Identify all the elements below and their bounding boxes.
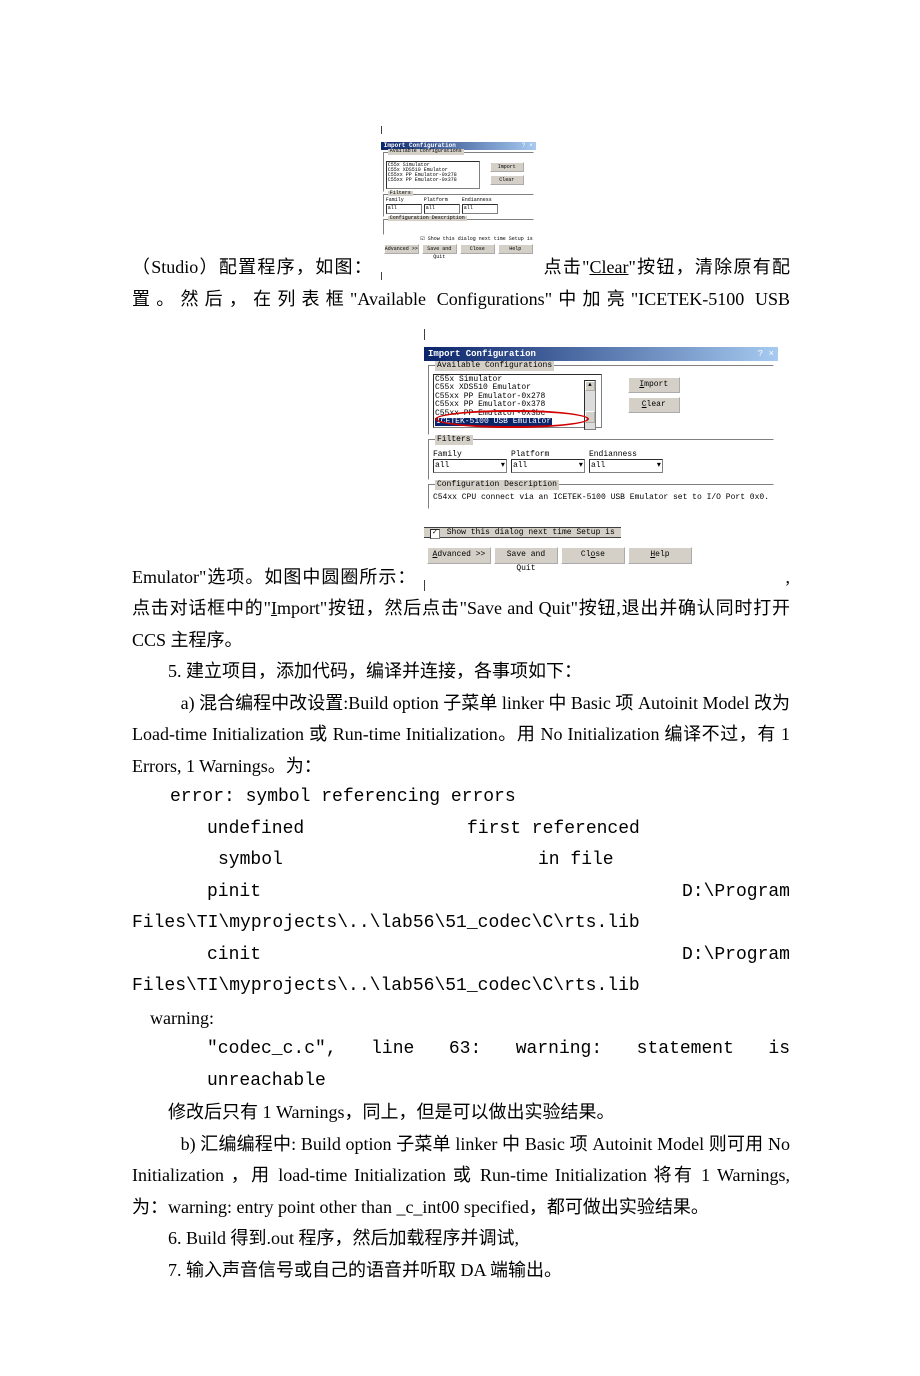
advanced-button[interactable]: Advanced >> [384, 244, 419, 254]
text: （Studio）配置程序，如图： [132, 257, 373, 277]
paragraph-1: （Studio）配置程序，如图： Import Configuration ? … [132, 110, 790, 656]
step-6: 6. Build 得到.out 程序，然后加载程序并调试, [132, 1223, 790, 1255]
sym-cinit: cinit [132, 940, 261, 972]
scrollbar[interactable]: ▲ [584, 380, 596, 430]
step-5: 5. 建立项目，添加代码，编译并连接，各事项如下： [132, 656, 790, 688]
selected-item[interactable]: ICETEK-5100 USB Emulator [435, 418, 552, 426]
dialog-thumbnail-small: Import Configuration ? × Available Confi… [381, 110, 536, 288]
endian-combo[interactable]: all ▾ [589, 459, 663, 473]
col-symbol: symbol [132, 845, 478, 877]
help-button[interactable]: Help [628, 547, 692, 564]
help-button[interactable]: Help [498, 244, 533, 254]
scroll-thumb[interactable] [585, 411, 595, 423]
help-icon[interactable]: ? [758, 349, 763, 359]
checkbox-label: Show this dialog next time Setup is [447, 528, 615, 537]
family-combo[interactable]: all ▾ [433, 459, 507, 473]
col-undefined: undefined [132, 814, 467, 846]
advanced-button[interactable]: Advanced >> [427, 547, 491, 564]
config-listbox[interactable]: C55x Simulator C55x XDS510 Emulator C55x… [433, 374, 602, 428]
error-block: error: symbol referencing errors undefin… [132, 782, 790, 1003]
col-in-file: in file [478, 845, 790, 877]
path-pinit-2: Files\TI\myprojects\..\lab56\51_codec\C\… [132, 908, 790, 940]
family-combo[interactable]: all [386, 204, 422, 214]
path-cinit-2: Files\TI\myprojects\..\lab56\51_codec\C\… [132, 971, 790, 1003]
save-quit-button[interactable]: Save and Quit [494, 547, 558, 564]
path-pinit-1: D:\Program [261, 877, 790, 909]
platform-combo[interactable]: all [424, 204, 460, 214]
text-clear-underlined: Clear [589, 257, 628, 277]
label-platform: Platform [511, 450, 585, 460]
warning-header: warning: [132, 1003, 790, 1035]
description-text: C54xx CPU connect via an ICETEK-5100 USB… [433, 493, 769, 503]
clear-button[interactable]: Clear [490, 175, 524, 185]
error-header: error: symbol referencing errors [132, 782, 790, 814]
close-icon[interactable]: × [769, 349, 774, 359]
group-available: Available Configurations [435, 361, 554, 371]
text: 点击" [544, 257, 590, 277]
endian-combo[interactable]: all [462, 204, 498, 214]
platform-combo[interactable]: all ▾ [511, 459, 585, 473]
clear-button[interactable]: Clear [628, 397, 680, 413]
label-endianness: Endianness [589, 450, 663, 460]
scroll-up-icon[interactable]: ▲ [585, 381, 595, 391]
step-5b: b) 汇编编程中: Build option 子菜单 linker 中 Basi… [132, 1129, 790, 1224]
step-5a-end: 修改后只有 1 Warnings，同上，但是可以做出实验结果。 [132, 1097, 790, 1129]
path-cinit-1: D:\Program [261, 940, 790, 972]
step-7: 7. 输入声音信号或自己的语音并听取 DA 端输出。 [132, 1255, 790, 1287]
import-button[interactable]: Import [628, 377, 680, 393]
sym-pinit: pinit [132, 877, 261, 909]
label-family: Family [433, 450, 507, 460]
group-filters: Filters [435, 435, 473, 445]
close-button[interactable]: Close [561, 547, 625, 564]
config-listbox[interactable]: C55x Simulator C55x XDS510 Emulator C55x… [386, 161, 480, 189]
step-5a: a) 混合编程中改设置:Build option 子菜单 linker 中 Ba… [132, 688, 790, 783]
warning-body: "codec_c.c", line 63: warning: statement… [132, 1034, 790, 1097]
save-quit-button[interactable]: Save and Quit [422, 244, 457, 254]
titlebar: Import Configuration ? × [424, 347, 778, 362]
col-first-ref: first referenced [467, 814, 790, 846]
group-available: Available Configurations [388, 149, 464, 155]
document-page: （Studio）配置程序，如图： Import Configuration ? … [0, 0, 920, 1376]
close-button[interactable]: Close [460, 244, 495, 254]
import-button[interactable]: Import [490, 162, 524, 172]
dialog-thumbnail-large: Import Configuration ? × Available Confi… [424, 315, 778, 597]
show-dialog-checkbox[interactable]: ✓ [430, 529, 440, 539]
group-description: Configuration Description [435, 480, 559, 490]
